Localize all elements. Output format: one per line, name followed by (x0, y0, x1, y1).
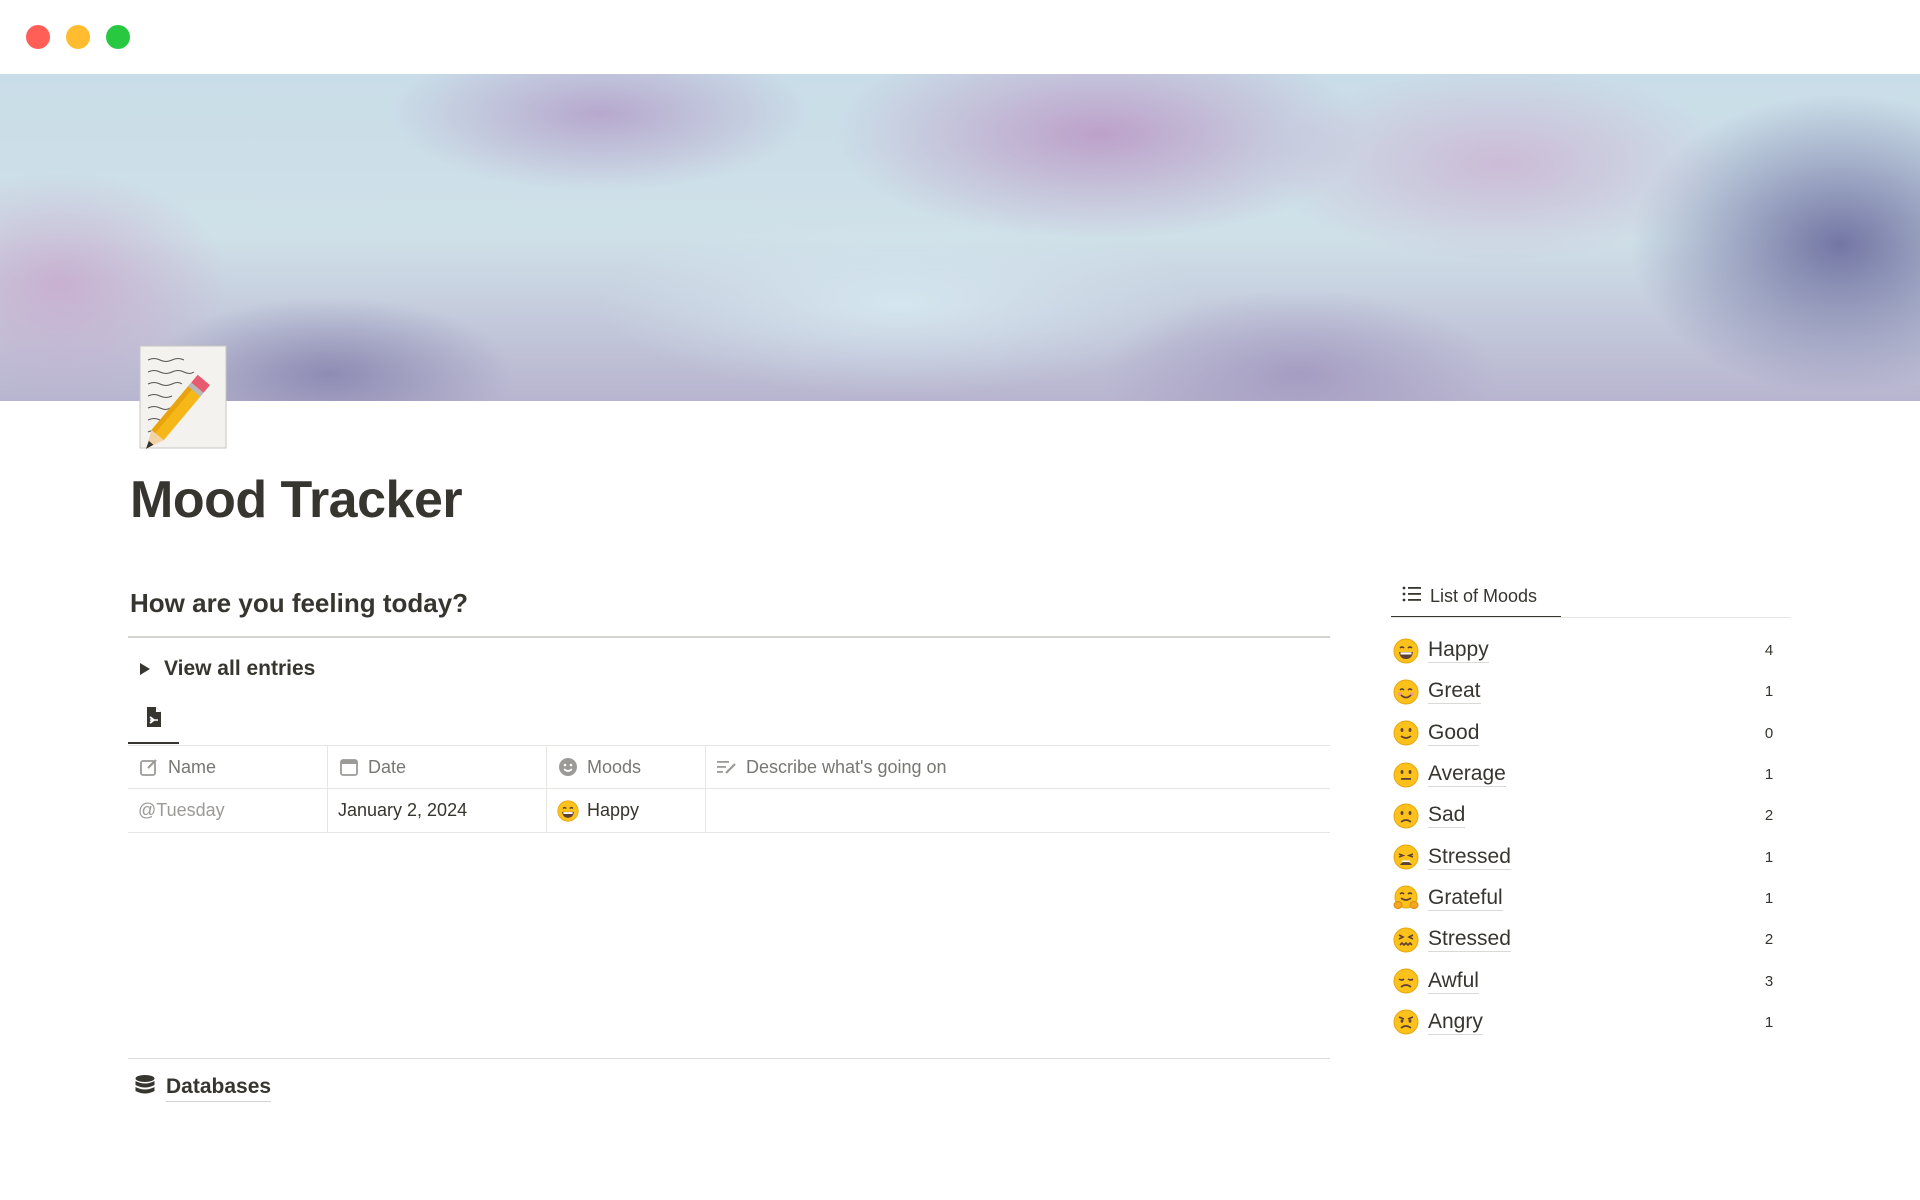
hugging-face-icon (1393, 885, 1419, 910)
close-window-button[interactable] (26, 25, 50, 49)
maximize-window-button[interactable] (106, 25, 130, 49)
slight-smile-icon (1393, 720, 1419, 746)
smiling-face-icon (1393, 679, 1419, 705)
mood-list: Happy 4 Great 1 Good 0 Average 1 Sad 2 S… (1391, 630, 1781, 1043)
smiley-icon (557, 756, 579, 778)
list-item[interactable]: Sad 2 (1391, 795, 1781, 836)
list-item[interactable]: Average 1 (1391, 754, 1781, 795)
mood-count: 1 (1764, 848, 1774, 866)
column-header-label: Name (168, 756, 217, 777)
calendar-icon (338, 756, 360, 778)
column-header-moods[interactable]: Moods (547, 746, 706, 788)
column-header-name[interactable]: Name (128, 746, 328, 788)
table-view-tab[interactable] (128, 702, 179, 744)
entry-mood-cell[interactable]: Happy (547, 789, 706, 832)
list-icon (1402, 585, 1422, 608)
entries-table: Name Date Moods Describe what's going on… (128, 745, 1330, 833)
memo-pencil-icon[interactable] (138, 344, 230, 450)
mood-name: Stressed (1428, 844, 1511, 870)
list-item[interactable]: Awful 3 (1391, 960, 1781, 1001)
list-item[interactable]: Stressed 1 (1391, 836, 1781, 877)
disappointed-face-icon (1393, 968, 1419, 994)
window-titlebar (0, 0, 1920, 74)
database-icon (134, 1074, 156, 1103)
slightly-frowning-icon (1393, 803, 1419, 829)
document-export-icon (144, 706, 164, 733)
mood-count: 0 (1764, 724, 1774, 742)
mood-name: Stressed (1428, 927, 1511, 953)
column-header-description[interactable]: Describe what's going on (706, 746, 1330, 788)
toggle-label: View all entries (164, 657, 316, 680)
list-item[interactable]: Good 0 (1391, 713, 1781, 754)
list-of-moods-tab[interactable]: List of Moods (1391, 576, 1561, 618)
neutral-face-icon (1393, 762, 1419, 788)
mood-name: Great (1428, 679, 1481, 705)
heading-divider (128, 636, 1330, 638)
mood-name: Grateful (1428, 885, 1503, 911)
column-header-label: Date (368, 756, 407, 777)
entry-description-cell[interactable] (706, 789, 1330, 832)
mood-name: Awful (1428, 968, 1479, 994)
mood-count: 1 (1764, 683, 1774, 701)
column-header-label: Moods (587, 756, 642, 777)
table-header-row: Name Date Moods Describe what's going on (128, 745, 1330, 789)
weary-face-icon (1393, 844, 1419, 870)
grinning-face-icon (1393, 638, 1419, 664)
section-divider (128, 1058, 1330, 1059)
page-cover-image (0, 74, 1920, 401)
mood-count: 3 (1764, 972, 1774, 990)
mood-count: 2 (1764, 807, 1774, 825)
list-item[interactable]: Great 1 (1391, 671, 1781, 712)
mood-count: 4 (1764, 642, 1774, 660)
view-all-entries-toggle[interactable]: View all entries (128, 652, 315, 686)
mood-name: Good (1428, 720, 1480, 746)
section-heading: How are you feeling today? (130, 588, 469, 618)
list-item[interactable]: Stressed 2 (1391, 919, 1781, 960)
mood-count: 1 (1764, 766, 1774, 784)
mood-name: Sad (1428, 803, 1466, 829)
entry-date-cell[interactable]: January 2, 2024 (328, 789, 547, 832)
angry-face-icon (1393, 1009, 1419, 1035)
databases-link[interactable]: Databases (134, 1074, 272, 1103)
minimize-window-button[interactable] (66, 25, 90, 49)
mood-count: 2 (1764, 931, 1774, 949)
databases-label: Databases (166, 1075, 272, 1102)
list-item[interactable]: Happy 4 (1391, 630, 1781, 671)
mood-relation-link[interactable]: Happy (557, 799, 640, 822)
column-header-date[interactable]: Date (328, 746, 547, 788)
page-title[interactable]: Mood Tracker (130, 470, 463, 530)
mood-name: Happy (1428, 638, 1489, 664)
mood-count: 1 (1764, 1013, 1774, 1031)
tab-divider (1391, 617, 1791, 618)
list-item[interactable]: Angry 1 (1391, 1002, 1781, 1043)
pencil-square-icon (138, 756, 160, 778)
confounded-face-icon (1393, 927, 1419, 953)
text-lines-edit-icon (716, 756, 738, 778)
grinning-face-icon (557, 799, 579, 822)
mood-name: Happy (587, 800, 640, 820)
entry-name-cell[interactable]: @Tuesday (128, 789, 328, 832)
table-row[interactable]: @Tuesday January 2, 2024 Happy (128, 789, 1330, 833)
entry-date: January 2, 2024 (338, 800, 468, 820)
date-mention[interactable]: @Tuesday (138, 800, 225, 821)
list-item[interactable]: Grateful 1 (1391, 878, 1781, 919)
tab-label: List of Moods (1430, 585, 1538, 606)
mood-name: Angry (1428, 1009, 1483, 1035)
mood-name: Average (1428, 762, 1506, 788)
column-header-label: Describe what's going on (746, 756, 947, 777)
toggle-arrow-icon[interactable] (128, 652, 162, 686)
mood-count: 1 (1764, 889, 1774, 907)
